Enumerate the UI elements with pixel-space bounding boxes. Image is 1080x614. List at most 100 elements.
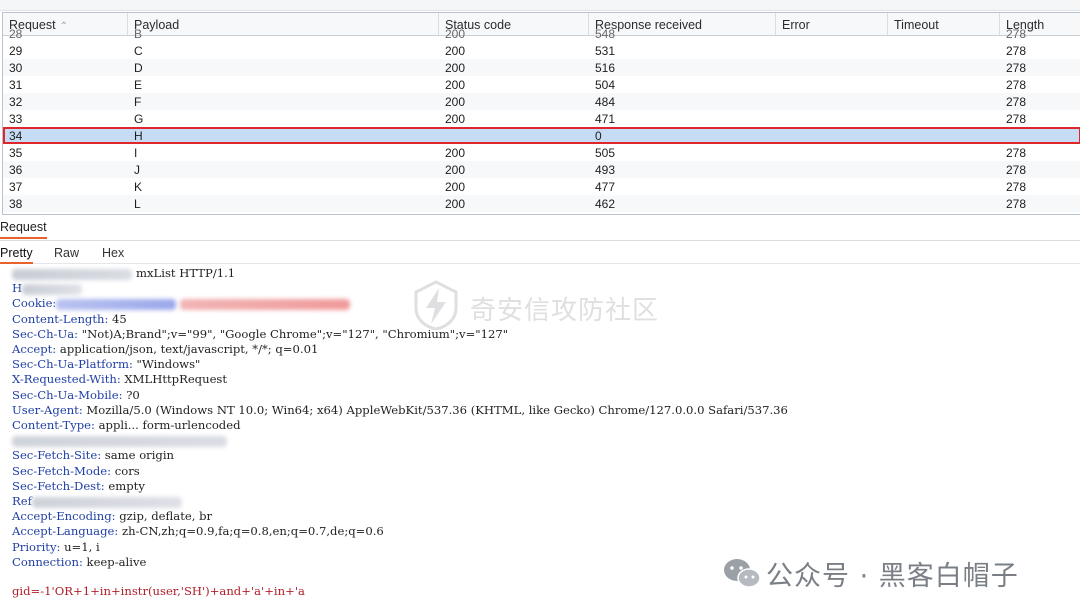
header-name: Content-Length: xyxy=(12,311,109,326)
table-row[interactable]: 31 E 200 504 278 xyxy=(3,76,1080,93)
table-row[interactable]: 29 C 200 531 278 xyxy=(3,42,1080,59)
cell-error xyxy=(776,144,888,161)
cell-timeout xyxy=(888,178,1000,195)
cell-request: 34 xyxy=(9,129,23,143)
cell-error xyxy=(776,42,888,59)
table-row[interactable]: 30 D 200 516 278 xyxy=(3,59,1080,76)
wechat-icon xyxy=(724,559,761,588)
header-name: H xyxy=(12,281,23,296)
request-header-line: Accept-Encoding: gzip, deflate, br xyxy=(12,509,212,524)
table-row[interactable]: 32 F 200 484 278 xyxy=(3,93,1080,110)
cell-response-received: 477 xyxy=(595,180,616,194)
table-row[interactable]: 38 L 200 462 278 xyxy=(3,195,1080,212)
request-panel-tabs: Request xyxy=(0,216,1080,241)
tab-hex[interactable]: Hex xyxy=(102,246,124,260)
header-value: empty xyxy=(104,478,145,493)
request-header-line: Content-Type: appli... form-urlencoded xyxy=(12,418,241,433)
header-name: Sec-Ch-Ua: xyxy=(12,326,79,341)
cell-error xyxy=(776,195,888,212)
cell-payload: J xyxy=(134,163,140,177)
cell-payload: C xyxy=(134,44,143,58)
account-watermark-text: 公众号 · 黑客白帽子 xyxy=(766,561,1019,592)
table-row[interactable]: 35 I 200 505 278 xyxy=(3,144,1080,161)
cell-error xyxy=(776,76,888,93)
cell-response-received: 471 xyxy=(595,112,616,126)
forum-watermark-text: 奇安信攻防社区 xyxy=(470,296,660,326)
header-value: zh-CN,zh;q=0.9,fa;q=0.8,en;q=0.7,de;q=0.… xyxy=(118,524,384,539)
table-row[interactable]: 37 K 200 477 278 xyxy=(3,178,1080,195)
request-header-line: Content-Length: 45 xyxy=(12,312,127,327)
cell-error xyxy=(776,59,888,76)
tab-raw[interactable]: Raw xyxy=(54,246,79,260)
cell-status-code: 200 xyxy=(445,146,466,160)
cell-response-received: 504 xyxy=(595,78,616,92)
cell-status-code: 200 xyxy=(445,78,466,92)
request-header-line: Cookie: xyxy=(12,296,354,311)
cell-request: 32 xyxy=(9,95,23,109)
results-table[interactable]: Request ⌃ Payload Status code Response recei… xyxy=(2,12,1080,215)
header-value: XMLHttpRequest xyxy=(120,372,228,387)
table-row[interactable]: 33 G 200 471 278 xyxy=(3,110,1080,127)
cell-payload: D xyxy=(134,61,143,75)
cell-length: 278 xyxy=(1006,78,1027,92)
cell-status-code xyxy=(439,127,589,144)
cell-timeout xyxy=(888,59,1000,76)
request-header-line: Ref xyxy=(12,494,186,509)
cell-response-received: 516 xyxy=(595,61,616,75)
header-value: "Windows" xyxy=(132,357,201,372)
cell-length xyxy=(1000,127,1080,144)
cell-timeout xyxy=(888,110,1000,127)
table-row[interactable]: 36 J 200 493 278 xyxy=(3,161,1080,178)
cell-response-received: 462 xyxy=(595,197,616,211)
cell-request: 35 xyxy=(9,146,23,160)
cell-request: 29 xyxy=(9,44,23,58)
request-header-line: Sec-Ch-Ua-Platform: "Windows" xyxy=(12,357,200,372)
header-name: Ref xyxy=(12,494,32,508)
cell-timeout xyxy=(888,161,1000,178)
request-header-line: X-Requested-With: XMLHttpRequest xyxy=(12,372,227,387)
header-name: Sec-Fetch-Site: xyxy=(12,448,102,463)
cell-status-code: 200 xyxy=(445,163,466,177)
request-header-line: H xyxy=(12,281,86,296)
cell-payload: K xyxy=(134,180,143,194)
redacted-region xyxy=(180,298,351,310)
header-name: Accept-Encoding: xyxy=(12,509,116,524)
cell-request: 33 xyxy=(9,112,23,126)
request-header-line: Sec-Fetch-Mode: cors xyxy=(12,464,140,479)
cell-timeout xyxy=(888,76,1000,93)
cell-error xyxy=(776,127,888,144)
redacted-region xyxy=(12,435,227,447)
request-header-line: Sec-Ch-Ua-Mobile: ?0 xyxy=(12,388,140,403)
header-value: gzip, deflate, br xyxy=(115,509,213,524)
cell-payload: F xyxy=(134,95,142,109)
cell-error xyxy=(776,25,888,42)
tab-request[interactable]: Request xyxy=(0,220,47,239)
header-value: u=1, i xyxy=(60,539,100,554)
cell-timeout xyxy=(888,25,1000,42)
redacted-region xyxy=(22,283,83,295)
tab-pretty[interactable]: Pretty xyxy=(0,246,33,264)
table-row-selected[interactable]: 34 H 0 xyxy=(3,127,1080,144)
cell-response-received: 484 xyxy=(595,95,616,109)
header-name: Priority: xyxy=(12,539,61,554)
cell-length: 278 xyxy=(1006,27,1027,41)
redacted-region xyxy=(31,496,182,508)
header-name: X-Requested-With: xyxy=(12,372,121,387)
request-header-line: Sec-Fetch-Dest: empty xyxy=(12,479,145,494)
cell-request: 37 xyxy=(9,180,23,194)
header-name: Sec-Fetch-Mode: xyxy=(12,463,112,478)
cell-request: 38 xyxy=(9,197,23,211)
top-toolbar-strip xyxy=(0,0,1080,11)
header-value: same origin xyxy=(101,448,175,463)
redacted-region xyxy=(56,298,177,310)
cell-timeout xyxy=(888,42,1000,59)
request-header-line: mxList HTTP/1.1 xyxy=(12,266,235,281)
header-value: ?0 xyxy=(122,387,140,402)
cell-status-code: 200 xyxy=(445,61,466,75)
cell-length: 278 xyxy=(1006,197,1027,211)
header-value: 45 xyxy=(108,311,127,326)
cell-payload: L xyxy=(134,197,141,211)
cell-length: 278 xyxy=(1006,163,1027,177)
cell-timeout xyxy=(888,93,1000,110)
header-name: Connection: xyxy=(12,554,83,569)
